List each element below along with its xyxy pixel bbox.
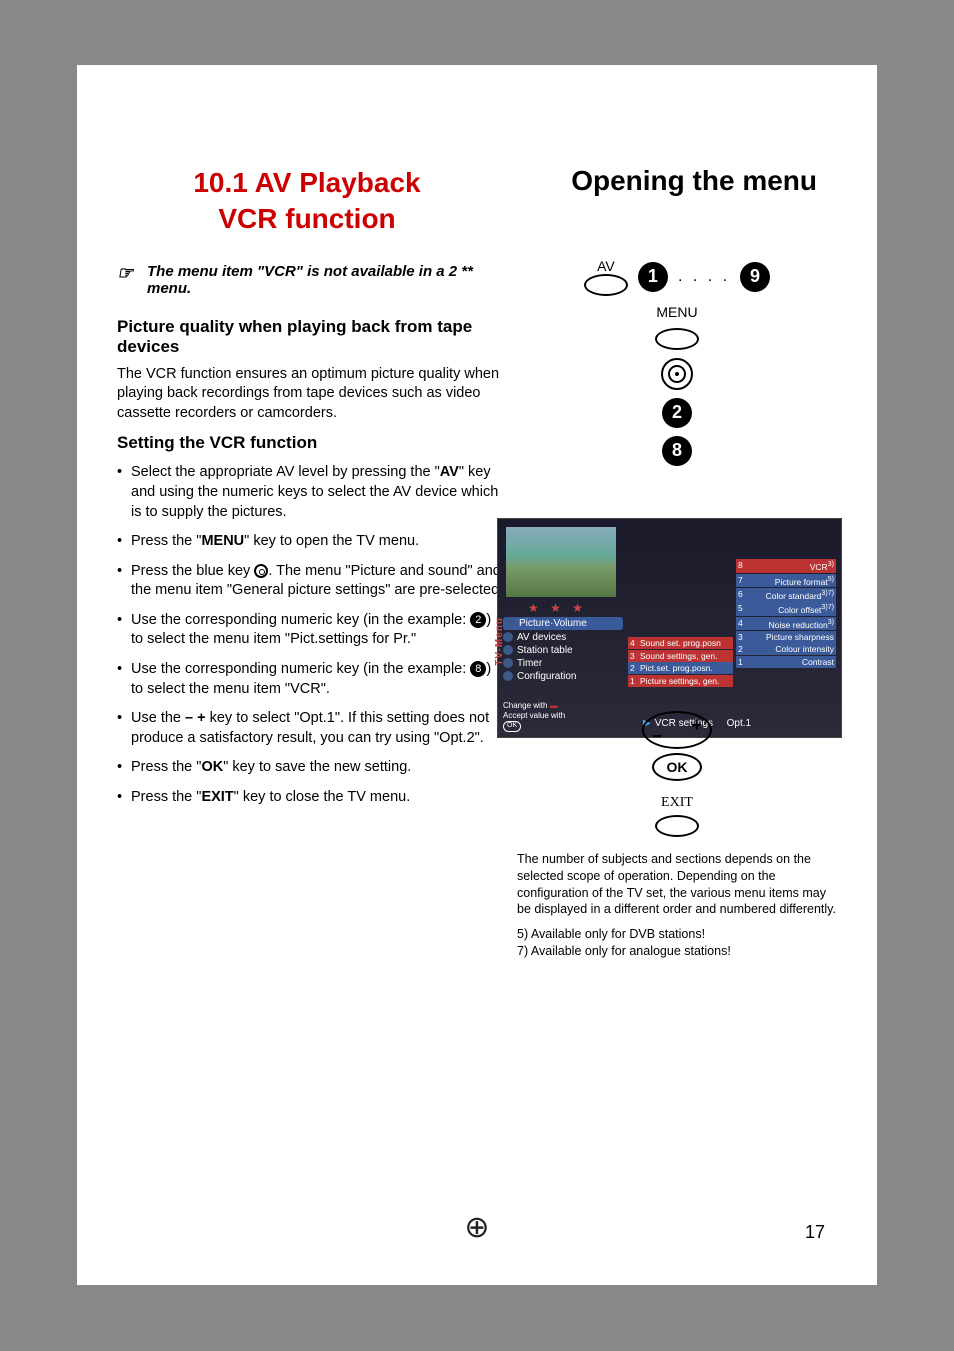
osd-stars-icon: ★ ★ ★ — [528, 601, 587, 615]
osd-right-item: 7Picture format5) — [736, 574, 836, 588]
dot-icon — [503, 632, 513, 642]
dot-icon — [503, 671, 513, 681]
menu-button-icon — [655, 328, 699, 350]
step-press-exit: Press the "EXIT" key to close the TV men… — [117, 788, 507, 808]
step-select-av: Select the appropriate AV level by press… — [117, 463, 507, 522]
osd-preview-picture — [506, 527, 616, 597]
left-column: ☞ The menu item "VCR" is not available i… — [117, 258, 507, 960]
step-press-ok: Press the "OK" key to save the new setti… — [117, 758, 507, 778]
osd-mid-item: 3Sound settings, gen. — [628, 650, 733, 662]
circled-number-2-icon: 2 — [470, 612, 486, 628]
plus-minus-button-icon: – + — [642, 711, 712, 749]
circled-number-8-icon: 8 — [470, 661, 486, 677]
footnote-main: The number of subjects and sections depe… — [517, 851, 837, 919]
osd-right-item: 3Picture sharpness — [736, 631, 836, 643]
osd-left-item: Station table — [503, 645, 623, 656]
footnotes: The number of subjects and sections depe… — [517, 851, 837, 960]
subheading-setting-vcr: Setting the VCR function — [117, 433, 507, 453]
osd-right-item: 1Contrast — [736, 656, 836, 668]
osd-ok-icon: OK — [503, 721, 521, 731]
remote-diagram: AV 1 . . . . 9 MENU 2 8 — [517, 258, 837, 466]
osd-right-item: 2Colour intensity — [736, 643, 836, 655]
osd-mid-list: 4Sound set. prog.posn 3Sound settings, g… — [628, 637, 733, 688]
numeric-2-button: 2 — [662, 398, 692, 428]
page-number: 17 — [805, 1222, 825, 1243]
footnote-5: 5) Available only for DVB stations! — [517, 926, 837, 943]
step-minus-plus: Use the – + key to select "Opt.1". If th… — [117, 709, 507, 748]
osd-left-item: Configuration — [503, 671, 623, 682]
dot-icon — [503, 658, 513, 668]
footnote-7: 7) Available only for analogue stations! — [517, 943, 837, 960]
osd-mid-item: 1Picture settings, gen. — [628, 675, 733, 687]
note-text: The menu item "VCR" is not available in … — [147, 263, 473, 297]
osd-right-item: 5Color offset3)7) — [736, 602, 836, 616]
right-column: AV 1 . . . . 9 MENU 2 8 ★ ★ ★ TV-Menu — [517, 258, 837, 960]
numeric-1-button: 1 — [638, 262, 668, 292]
pointing-hand-icon: ☞ — [117, 263, 133, 284]
title-line1: 10.1 AV Playback — [137, 165, 477, 201]
osd-left-item: AV devices — [503, 632, 623, 643]
osd-right-item: 4Noise reduction3) — [736, 617, 836, 631]
av-label: AV — [597, 258, 615, 274]
section-title: 10.1 AV Playback VCR function — [137, 165, 477, 238]
subheading-picture-quality: Picture quality when playing back from t… — [117, 317, 507, 357]
osd-right-item: 8VCR3) — [736, 559, 836, 573]
step-press-menu: Press the "MENU" key to open the TV menu… — [117, 532, 507, 552]
dot-icon — [503, 645, 513, 655]
blue-key-button — [661, 358, 693, 390]
osd-left-item: Timer — [503, 658, 623, 669]
osd-left-item: Picture·Volume — [503, 617, 623, 630]
step-numeric-vcr: Use the corresponding numeric key (in th… — [117, 660, 507, 699]
blue-key-icon — [254, 564, 268, 578]
paragraph-picture-quality: The VCR function ensures an optimum pict… — [117, 365, 507, 424]
dot-icon — [505, 618, 515, 628]
numeric-8-button: 8 — [662, 436, 692, 466]
note-block: ☞ The menu item "VCR" is not available i… — [117, 258, 507, 307]
opening-menu-heading: Opening the menu — [477, 165, 817, 197]
osd-mid-item: 2Pict.set. prog.posn. — [628, 662, 733, 674]
crop-mark-bottom: ⊕ — [464, 1210, 489, 1245]
dots: . . . . — [678, 268, 730, 286]
osd-footer: Change with ▬ Accept value with OK — [503, 701, 565, 732]
osd-right-item: 6Color standard3)7) — [736, 588, 836, 602]
menu-label: MENU — [656, 304, 697, 320]
osd-left-list: Picture·Volume AV devices Station table … — [503, 615, 623, 684]
page: 10.1 AV Playback VCR function Opening th… — [77, 65, 877, 1285]
av-button-icon — [584, 274, 628, 296]
osd-mid-item: 4Sound set. prog.posn — [628, 637, 733, 649]
exit-label: EXIT — [661, 795, 693, 811]
exit-button-icon — [655, 815, 699, 837]
step-press-blue-key: Press the blue key . The menu "Picture a… — [117, 562, 507, 601]
plus-icon: + — [691, 715, 702, 736]
osd-right-list: 8VCR3) 7Picture format5) 6Color standard… — [736, 559, 836, 669]
osd-menu-screenshot: ★ ★ ★ TV-Menu Picture·Volume AV devices … — [497, 518, 842, 738]
title-line2: VCR function — [137, 201, 477, 237]
step-numeric-pict-settings: Use the corresponding numeric key (in th… — [117, 611, 507, 650]
ok-button-icon: OK — [652, 753, 702, 781]
numeric-9-button: 9 — [740, 262, 770, 292]
title-block: 10.1 AV Playback VCR function Opening th… — [77, 65, 877, 248]
minus-icon: – — [652, 725, 662, 746]
